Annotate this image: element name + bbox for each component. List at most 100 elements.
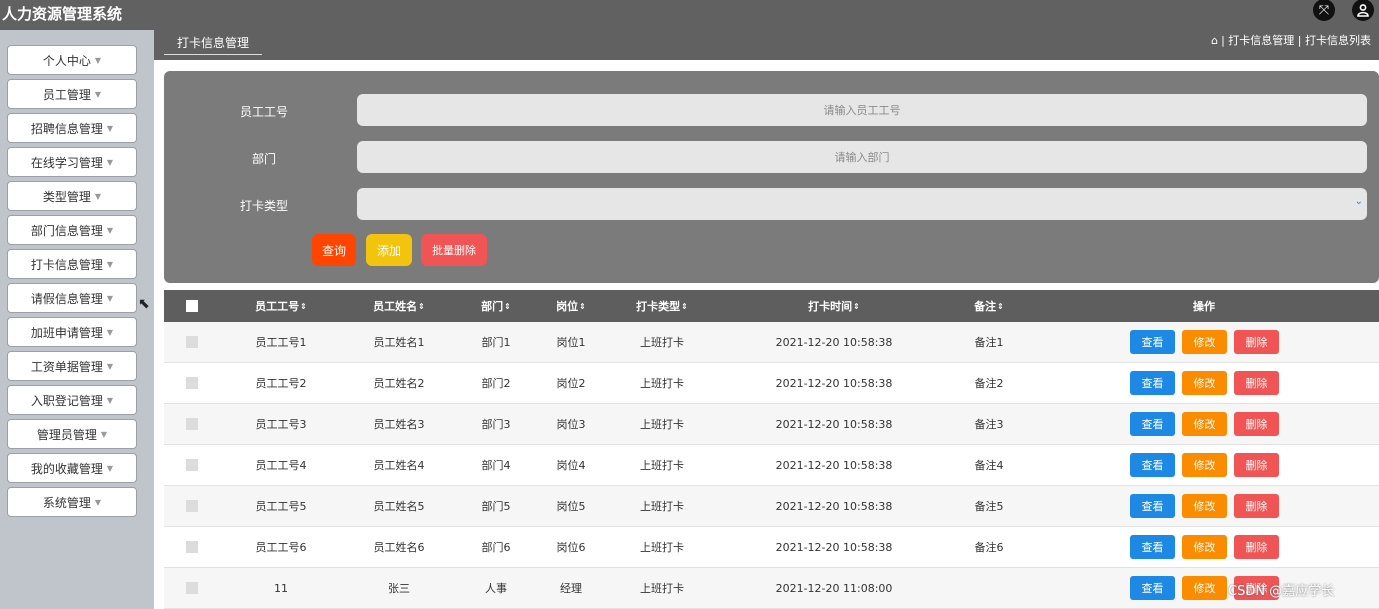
view-button[interactable]: 查看 xyxy=(1130,371,1175,395)
view-button[interactable]: 查看 xyxy=(1130,412,1175,436)
cell-checkin-time: 2021-12-20 10:58:38 xyxy=(775,458,893,472)
table-row: 员工工号2 员工姓名2 部门2 岗位2 上班打卡 2021-12-20 10:5… xyxy=(164,363,1379,404)
edit-button[interactable]: 修改 xyxy=(1182,412,1227,436)
table-row: 员工工号1 员工姓名1 部门1 岗位1 上班打卡 2021-12-20 10:5… xyxy=(164,322,1379,363)
row-checkbox[interactable] xyxy=(186,500,198,512)
sort-icon: ⇕ xyxy=(300,301,307,311)
edit-button[interactable]: 修改 xyxy=(1182,535,1227,559)
sidebar-item-onboarding[interactable]: 入职登记管理 ▼ xyxy=(7,385,137,415)
cell-employee-name: 员工姓名1 xyxy=(373,336,425,349)
batch-delete-button[interactable]: 批量删除 xyxy=(421,234,487,266)
sidebar-item-type[interactable]: 类型管理 ▼ xyxy=(7,181,137,211)
delete-button[interactable]: 删除 xyxy=(1234,535,1279,559)
view-button[interactable]: 查看 xyxy=(1130,576,1175,600)
sidebar-item-checkin[interactable]: 打卡信息管理 ▼ xyxy=(7,249,137,279)
tab-checkin-management[interactable]: 打卡信息管理 xyxy=(164,30,262,55)
delete-button[interactable]: 删除 xyxy=(1234,330,1279,354)
cell-department: 部门3 xyxy=(481,418,511,431)
column-label: 员工工号 xyxy=(255,300,300,313)
checkin-type-select[interactable]: ⌄ xyxy=(357,188,1367,220)
sidebar-item-admin[interactable]: 管理员管理 ▼ xyxy=(7,419,137,449)
search-button[interactable]: 查询 xyxy=(312,234,356,266)
cell-checkin-type: 上班打卡 xyxy=(640,459,684,472)
sidebar-item-personal-center[interactable]: 个人中心 ▼ xyxy=(7,45,137,75)
row-checkbox[interactable] xyxy=(186,336,198,348)
column-header-remark[interactable]: 备注 ⇕ xyxy=(949,290,1029,322)
select-all-checkbox[interactable] xyxy=(186,300,198,312)
caret-down-icon: ▼ xyxy=(94,191,102,201)
sidebar-item-recruitment[interactable]: 招聘信息管理 ▼ xyxy=(7,113,137,143)
sidebar-item-online-learning[interactable]: 在线学习管理 ▼ xyxy=(7,147,137,177)
edit-button[interactable]: 修改 xyxy=(1182,453,1227,477)
sidebar-item-overtime[interactable]: 加班申请管理 ▼ xyxy=(7,317,137,347)
fullscreen-icon[interactable]: ⤧ xyxy=(1313,0,1335,21)
cell-position: 岗位3 xyxy=(556,418,586,431)
view-button[interactable]: 查看 xyxy=(1130,453,1175,477)
cell-checkin-time: 2021-12-20 11:08:00 xyxy=(775,581,893,595)
sidebar-item-label: 个人中心 xyxy=(42,53,91,68)
sidebar-item-employee[interactable]: 员工管理 ▼ xyxy=(7,79,137,109)
cell-position: 岗位4 xyxy=(556,459,586,472)
edit-button[interactable]: 修改 xyxy=(1182,576,1227,600)
sidebar-item-leave[interactable]: 请假信息管理 ▼ xyxy=(7,283,137,313)
add-button[interactable]: 添加 xyxy=(366,234,412,266)
cell-position: 岗位2 xyxy=(556,377,586,390)
employee-id-input[interactable] xyxy=(357,94,1367,126)
column-header-position[interactable]: 岗位 ⇕ xyxy=(539,290,603,322)
cell-checkin-type: 上班打卡 xyxy=(640,336,684,349)
sidebar-item-label: 招聘信息管理 xyxy=(30,121,103,136)
breadcrumb-bar: 打卡信息管理 ⌂ | 打卡信息管理 | 打卡信息列表 xyxy=(154,30,1379,60)
caret-down-icon: ▼ xyxy=(100,429,108,439)
row-checkbox[interactable] xyxy=(186,582,198,594)
cell-checkin-type: 上班打卡 xyxy=(640,582,684,595)
cell-position: 岗位6 xyxy=(556,541,586,554)
department-label: 部门 xyxy=(251,152,276,166)
watermark: CSDN @嘉应学长 xyxy=(1228,584,1335,599)
home-icon[interactable]: ⌂ xyxy=(1211,34,1218,47)
view-button[interactable]: 查看 xyxy=(1130,535,1175,559)
cell-remark: 备注1 xyxy=(974,336,1004,349)
column-header-employee-name[interactable]: 员工姓名 ⇕ xyxy=(354,290,444,322)
table-row: 员工工号5 员工姓名5 部门5 岗位5 上班打卡 2021-12-20 10:5… xyxy=(164,486,1379,527)
cell-checkin-time: 2021-12-20 10:58:38 xyxy=(775,376,893,390)
sidebar-item-label: 部门信息管理 xyxy=(30,223,103,238)
user-icon[interactable] xyxy=(1352,0,1374,21)
cell-checkin-time: 2021-12-20 10:58:38 xyxy=(775,417,893,431)
edit-button[interactable]: 修改 xyxy=(1182,371,1227,395)
column-header-employee-id[interactable]: 员工工号 ⇕ xyxy=(236,290,326,322)
column-label: 备注 xyxy=(974,300,997,313)
caret-down-icon: ▼ xyxy=(106,395,114,405)
view-button[interactable]: 查看 xyxy=(1130,494,1175,518)
row-checkbox[interactable] xyxy=(186,459,198,471)
column-label: 打卡类型 xyxy=(636,300,681,313)
employee-id-label: 员工工号 xyxy=(239,105,288,119)
table-row: 员工工号3 员工姓名3 部门3 岗位3 上班打卡 2021-12-20 10:5… xyxy=(164,404,1379,445)
caret-down-icon: ▼ xyxy=(106,327,114,337)
delete-button[interactable]: 删除 xyxy=(1234,412,1279,436)
column-header-department[interactable]: 部门 ⇕ xyxy=(464,290,528,322)
row-checkbox[interactable] xyxy=(186,541,198,553)
sidebar-item-department[interactable]: 部门信息管理 ▼ xyxy=(7,215,137,245)
edit-button[interactable]: 修改 xyxy=(1182,330,1227,354)
column-header-checkin-type[interactable]: 打卡类型 ⇕ xyxy=(617,290,707,322)
delete-button[interactable]: 删除 xyxy=(1234,494,1279,518)
delete-button[interactable]: 删除 xyxy=(1234,371,1279,395)
row-checkbox[interactable] xyxy=(186,418,198,430)
row-checkbox[interactable] xyxy=(186,377,198,389)
sidebar-item-payroll[interactable]: 工资单据管理 ▼ xyxy=(7,351,137,381)
sidebar-item-system[interactable]: 系统管理 ▼ xyxy=(7,487,137,517)
sidebar-item-label: 员工管理 xyxy=(42,87,91,102)
cell-checkin-type: 上班打卡 xyxy=(640,500,684,513)
view-button[interactable]: 查看 xyxy=(1130,330,1175,354)
column-header-checkin-time[interactable]: 打卡时间 ⇕ xyxy=(769,290,899,322)
edit-button[interactable]: 修改 xyxy=(1182,494,1227,518)
cell-employee-name: 张三 xyxy=(388,582,410,595)
cell-department: 部门6 xyxy=(481,541,511,554)
breadcrumb: ⌂ | 打卡信息管理 | 打卡信息列表 xyxy=(1211,30,1371,50)
cell-position: 岗位1 xyxy=(556,336,586,349)
cell-checkin-type: 上班打卡 xyxy=(640,418,684,431)
search-panel: 员工工号 部门 打卡类型 ⌄ 查询 添加 批量删除 xyxy=(164,71,1379,283)
delete-button[interactable]: 删除 xyxy=(1234,453,1279,477)
sidebar-item-favorites[interactable]: 我的收藏管理 ▼ xyxy=(7,453,137,483)
department-input[interactable] xyxy=(357,141,1367,173)
